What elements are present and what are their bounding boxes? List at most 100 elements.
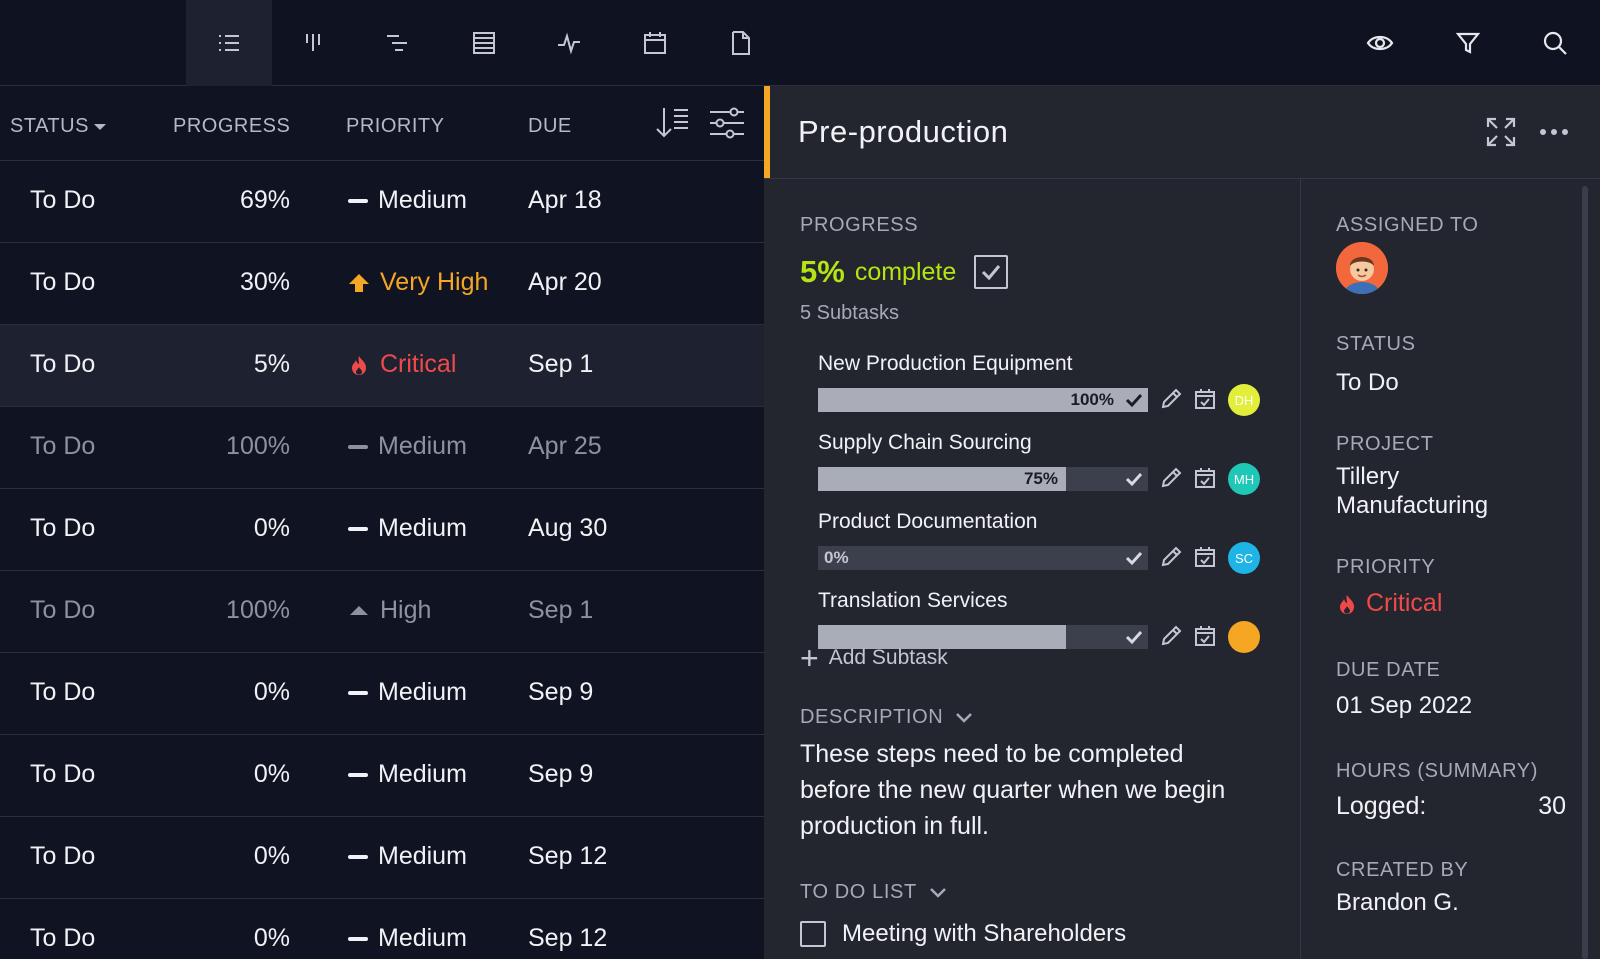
- subtask-edit-button[interactable]: [1158, 465, 1186, 493]
- row-due-date[interactable]: Apr 20: [528, 268, 602, 297]
- subtask-assignee-avatar[interactable]: SC: [1228, 542, 1260, 574]
- subtask-edit-button[interactable]: [1158, 623, 1186, 651]
- due-column-header[interactable]: DUE: [528, 115, 572, 138]
- subtask-assignee-avatar[interactable]: DH: [1228, 384, 1260, 416]
- row-progress[interactable]: 0%: [170, 924, 290, 953]
- more-options-button[interactable]: [1534, 112, 1574, 152]
- row-due-date[interactable]: Sep 1: [528, 350, 593, 379]
- row-progress[interactable]: 100%: [170, 596, 290, 625]
- row-due-date[interactable]: Apr 18: [528, 186, 602, 215]
- row-due-date[interactable]: Apr 25: [528, 432, 602, 461]
- column-settings-button[interactable]: [706, 102, 748, 144]
- row-priority[interactable]: Medium: [348, 924, 467, 953]
- project-value[interactable]: Tillery Manufacturing: [1336, 462, 1556, 520]
- row-priority[interactable]: High: [348, 596, 431, 625]
- status-value[interactable]: To Do: [1336, 369, 1399, 397]
- subtask-name[interactable]: Supply Chain Sourcing: [818, 431, 1032, 455]
- table-row[interactable]: To Do 0% Medium Sep 12: [0, 817, 764, 899]
- subtask-assignee-avatar[interactable]: [1228, 621, 1260, 653]
- row-progress[interactable]: 0%: [170, 678, 290, 707]
- row-priority[interactable]: Medium: [348, 514, 467, 543]
- row-priority[interactable]: Very High: [348, 268, 488, 297]
- subtask-date-button[interactable]: [1192, 544, 1220, 572]
- todo-checkbox[interactable]: [800, 921, 826, 947]
- row-status[interactable]: To Do: [30, 842, 95, 871]
- priority-column-header[interactable]: PRIORITY: [346, 115, 444, 138]
- panel-scrollbar[interactable]: [1582, 186, 1588, 959]
- row-priority[interactable]: Medium: [348, 678, 467, 707]
- add-subtask-button[interactable]: + Add Subtask: [800, 642, 948, 674]
- row-priority[interactable]: Medium: [348, 760, 467, 789]
- files-view-button[interactable]: [697, 0, 783, 86]
- subtask-name[interactable]: New Production Equipment: [818, 352, 1072, 376]
- sort-button[interactable]: [652, 102, 694, 144]
- subtask-complete-toggle[interactable]: [1120, 467, 1148, 491]
- row-priority[interactable]: Medium: [348, 432, 467, 461]
- subtask-progress-bar[interactable]: 75%: [818, 467, 1148, 491]
- visibility-button[interactable]: [1359, 22, 1401, 64]
- row-status[interactable]: To Do: [30, 678, 95, 707]
- gantt-view-button[interactable]: [354, 0, 440, 86]
- priority-value[interactable]: Critical: [1336, 589, 1442, 618]
- row-due-date[interactable]: Sep 9: [528, 678, 593, 707]
- subtask-date-button[interactable]: [1192, 386, 1220, 414]
- subtask-progress-bar[interactable]: 0%: [818, 546, 1148, 570]
- status-column-header[interactable]: STATUS: [10, 115, 106, 138]
- row-progress[interactable]: 0%: [170, 842, 290, 871]
- expand-button[interactable]: [1481, 112, 1521, 152]
- subtask-assignee-avatar[interactable]: MH: [1228, 463, 1260, 495]
- row-due-date[interactable]: Sep 12: [528, 924, 607, 953]
- description-text[interactable]: These steps need to be completed before …: [800, 736, 1260, 844]
- row-progress[interactable]: 100%: [170, 432, 290, 461]
- subtask-complete-toggle[interactable]: [1120, 625, 1148, 649]
- sheet-view-button[interactable]: [441, 0, 527, 86]
- board-view-button[interactable]: [270, 0, 356, 86]
- table-row[interactable]: To Do 0% Medium Aug 30: [0, 489, 764, 571]
- list-view-button[interactable]: [186, 0, 272, 86]
- row-status[interactable]: To Do: [30, 596, 95, 625]
- filter-button[interactable]: [1447, 22, 1489, 64]
- row-due-date[interactable]: Aug 30: [528, 514, 607, 543]
- table-row[interactable]: To Do 100% High Sep 1: [0, 571, 764, 653]
- subtask-complete-toggle[interactable]: [1120, 388, 1148, 412]
- search-button[interactable]: [1534, 22, 1576, 64]
- row-status[interactable]: To Do: [30, 268, 95, 297]
- subtask-date-button[interactable]: [1192, 465, 1220, 493]
- row-due-date[interactable]: Sep 9: [528, 760, 593, 789]
- row-priority[interactable]: Critical: [348, 350, 456, 379]
- row-status[interactable]: To Do: [30, 760, 95, 789]
- row-progress[interactable]: 0%: [170, 514, 290, 543]
- mark-complete-checkbox[interactable]: [974, 255, 1009, 289]
- row-status[interactable]: To Do: [30, 350, 95, 379]
- panel-title[interactable]: Pre-production: [798, 114, 1008, 150]
- row-progress[interactable]: 69%: [170, 186, 290, 215]
- subtask-edit-button[interactable]: [1158, 544, 1186, 572]
- assignee-avatar[interactable]: [1336, 242, 1388, 294]
- dashboard-view-button[interactable]: [526, 0, 612, 86]
- table-row[interactable]: To Do 0% Medium Sep 9: [0, 653, 764, 735]
- row-due-date[interactable]: Sep 12: [528, 842, 607, 871]
- subtask-edit-button[interactable]: [1158, 386, 1186, 414]
- table-row[interactable]: To Do 0% Medium Sep 12: [0, 899, 764, 959]
- table-row[interactable]: To Do 0% Medium Sep 9: [0, 735, 764, 817]
- row-progress[interactable]: 5%: [170, 350, 290, 379]
- subtask-name[interactable]: Translation Services: [818, 589, 1007, 613]
- row-status[interactable]: To Do: [30, 924, 95, 953]
- row-due-date[interactable]: Sep 1: [528, 596, 593, 625]
- row-progress[interactable]: 30%: [170, 268, 290, 297]
- table-row[interactable]: To Do 69% Medium Apr 18: [0, 161, 764, 243]
- subtask-progress-bar[interactable]: 100%: [818, 388, 1148, 412]
- description-toggle[interactable]: DESCRIPTION: [800, 706, 975, 729]
- row-status[interactable]: To Do: [30, 432, 95, 461]
- subtask-date-button[interactable]: [1192, 623, 1220, 651]
- due-date-value[interactable]: 01 Sep 2022: [1336, 692, 1472, 720]
- row-priority[interactable]: Medium: [348, 842, 467, 871]
- table-row[interactable]: To Do 100% Medium Apr 25: [0, 407, 764, 489]
- subtask-name[interactable]: Product Documentation: [818, 510, 1037, 534]
- row-status[interactable]: To Do: [30, 186, 95, 215]
- row-status[interactable]: To Do: [30, 514, 95, 543]
- table-row[interactable]: To Do 30% Very High Apr 20: [0, 243, 764, 325]
- todo-list-toggle[interactable]: TO DO LIST: [800, 881, 949, 904]
- table-row[interactable]: To Do 5% Critical Sep 1: [0, 325, 764, 407]
- row-priority[interactable]: Medium: [348, 186, 467, 215]
